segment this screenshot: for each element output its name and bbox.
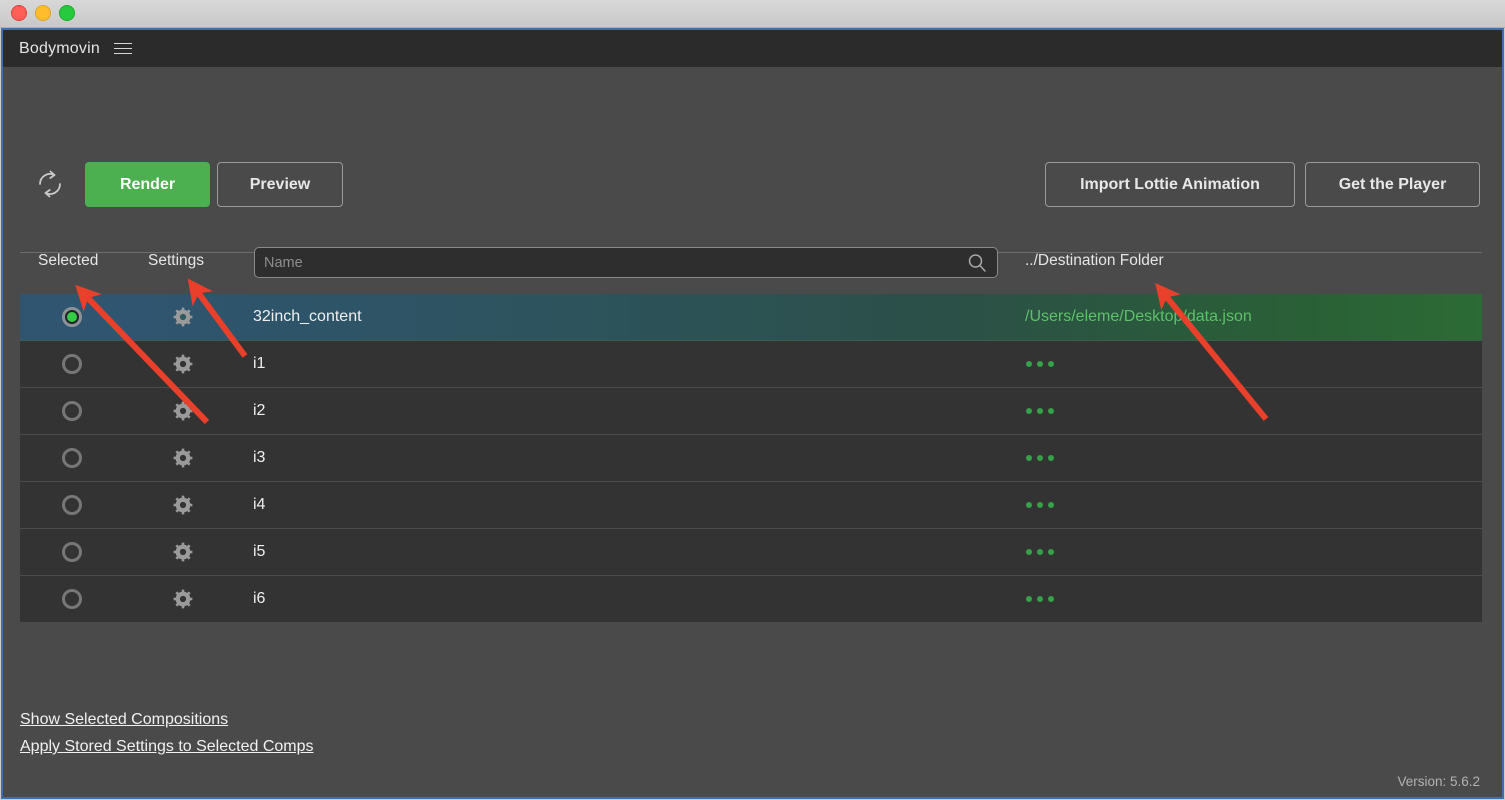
maximize-window-button[interactable] bbox=[59, 5, 75, 21]
table-row[interactable]: i3 bbox=[20, 435, 1482, 482]
row-select-radio[interactable] bbox=[62, 354, 82, 374]
destination-path[interactable]: /Users/eleme/Desktop/data.json bbox=[1025, 308, 1252, 326]
row-select-radio[interactable] bbox=[62, 307, 82, 327]
show-selected-compositions-link[interactable]: Show Selected Compositions bbox=[20, 711, 228, 729]
composition-name: i2 bbox=[253, 402, 266, 419]
composition-name: i5 bbox=[253, 543, 266, 560]
search-field[interactable] bbox=[254, 247, 998, 278]
gear-icon[interactable] bbox=[172, 447, 194, 469]
hamburger-menu-icon[interactable] bbox=[113, 42, 132, 56]
gear-icon[interactable] bbox=[172, 541, 194, 563]
close-window-button[interactable] bbox=[11, 5, 27, 21]
row-select-radio[interactable] bbox=[62, 401, 82, 421]
composition-name: i6 bbox=[253, 590, 266, 607]
os-title-bar bbox=[0, 0, 1505, 28]
refresh-icon[interactable] bbox=[33, 167, 67, 201]
gear-icon[interactable] bbox=[172, 588, 194, 610]
panel-header: Bodymovin bbox=[3, 30, 1502, 67]
search-icon[interactable] bbox=[967, 253, 987, 273]
composition-name: i1 bbox=[253, 355, 266, 372]
gear-icon[interactable] bbox=[172, 400, 194, 422]
gear-icon[interactable] bbox=[172, 306, 194, 328]
destination-ellipsis-button[interactable] bbox=[1026, 361, 1054, 367]
page-title: Bodymovin bbox=[19, 39, 100, 57]
preview-button[interactable]: Preview bbox=[217, 162, 343, 207]
search-input[interactable] bbox=[255, 248, 955, 277]
import-lottie-animation-button[interactable]: Import Lottie Animation bbox=[1045, 162, 1295, 207]
row-select-radio[interactable] bbox=[62, 542, 82, 562]
table-row[interactable]: i6 bbox=[20, 576, 1482, 623]
render-button[interactable]: Render bbox=[85, 162, 210, 207]
table-row[interactable]: i2 bbox=[20, 388, 1482, 435]
traffic-lights bbox=[11, 5, 75, 21]
column-header-settings: Settings bbox=[148, 252, 205, 269]
bodymovin-panel: Bodymovin Render Preview Import Lottie A… bbox=[1, 28, 1504, 799]
gear-icon[interactable] bbox=[172, 494, 194, 516]
gear-icon[interactable] bbox=[172, 353, 194, 375]
get-the-player-button[interactable]: Get the Player bbox=[1305, 162, 1480, 207]
destination-ellipsis-button[interactable] bbox=[1026, 596, 1054, 602]
column-header-destination: ../Destination Folder bbox=[1025, 252, 1164, 269]
destination-ellipsis-button[interactable] bbox=[1026, 455, 1054, 461]
destination-ellipsis-button[interactable] bbox=[1026, 549, 1054, 555]
row-select-radio[interactable] bbox=[62, 589, 82, 609]
table-row[interactable]: i5 bbox=[20, 529, 1482, 576]
table-row[interactable]: i1 bbox=[20, 341, 1482, 388]
composition-name: i4 bbox=[253, 496, 266, 513]
row-select-radio[interactable] bbox=[62, 495, 82, 515]
column-header-selected: Selected bbox=[38, 252, 99, 269]
table-row[interactable]: i4 bbox=[20, 482, 1482, 529]
row-select-radio[interactable] bbox=[62, 448, 82, 468]
minimize-window-button[interactable] bbox=[35, 5, 51, 21]
toolbar: Render Preview Import Lottie Animation G… bbox=[3, 67, 1502, 253]
composition-name: i3 bbox=[253, 449, 266, 466]
destination-ellipsis-button[interactable] bbox=[1026, 502, 1054, 508]
composition-name: 32inch_content bbox=[253, 308, 362, 325]
apply-stored-settings-to-comps-link[interactable]: Apply Stored Settings to Selected Comps bbox=[20, 738, 314, 756]
version-label: Version: 5.6.2 bbox=[1397, 774, 1480, 789]
destination-ellipsis-button[interactable] bbox=[1026, 408, 1054, 414]
table-row[interactable]: 32inch_content/Users/eleme/Desktop/data.… bbox=[20, 294, 1482, 341]
compositions-table: 32inch_content/Users/eleme/Desktop/data.… bbox=[20, 294, 1482, 623]
